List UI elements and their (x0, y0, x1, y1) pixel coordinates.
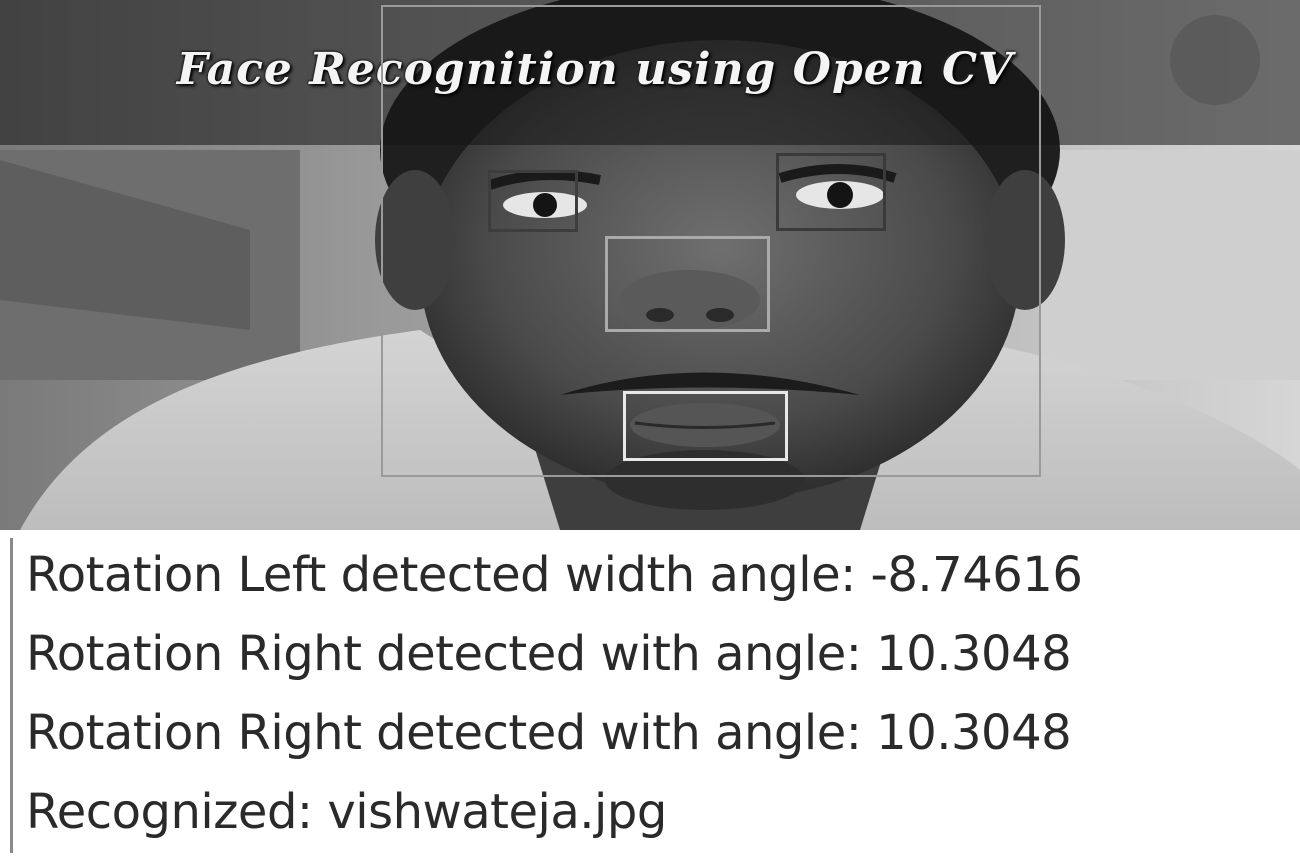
log-line-rotation-right-repeat: Rotation Right detected with angle: 10.3… (26, 705, 1072, 761)
nose-detection-box (605, 236, 770, 332)
console-border (10, 538, 13, 853)
log-line-rotation-right: Rotation Right detected with angle: 10.3… (26, 626, 1072, 682)
output-console: Rotation Left detected width angle: -8.7… (0, 530, 1300, 866)
left-eye-detection-box (488, 170, 578, 232)
camera-frame: Face Recognition using Open CV (0, 0, 1300, 530)
right-eye-detection-box (776, 153, 886, 231)
log-line-recognized: Recognized: vishwateja.jpg (26, 784, 667, 840)
mouth-detection-box (623, 391, 788, 461)
log-list: Rotation Left detected width angle: -8.7… (26, 536, 1083, 852)
log-line-rotation-left: Rotation Left detected width angle: -8.7… (26, 547, 1083, 603)
